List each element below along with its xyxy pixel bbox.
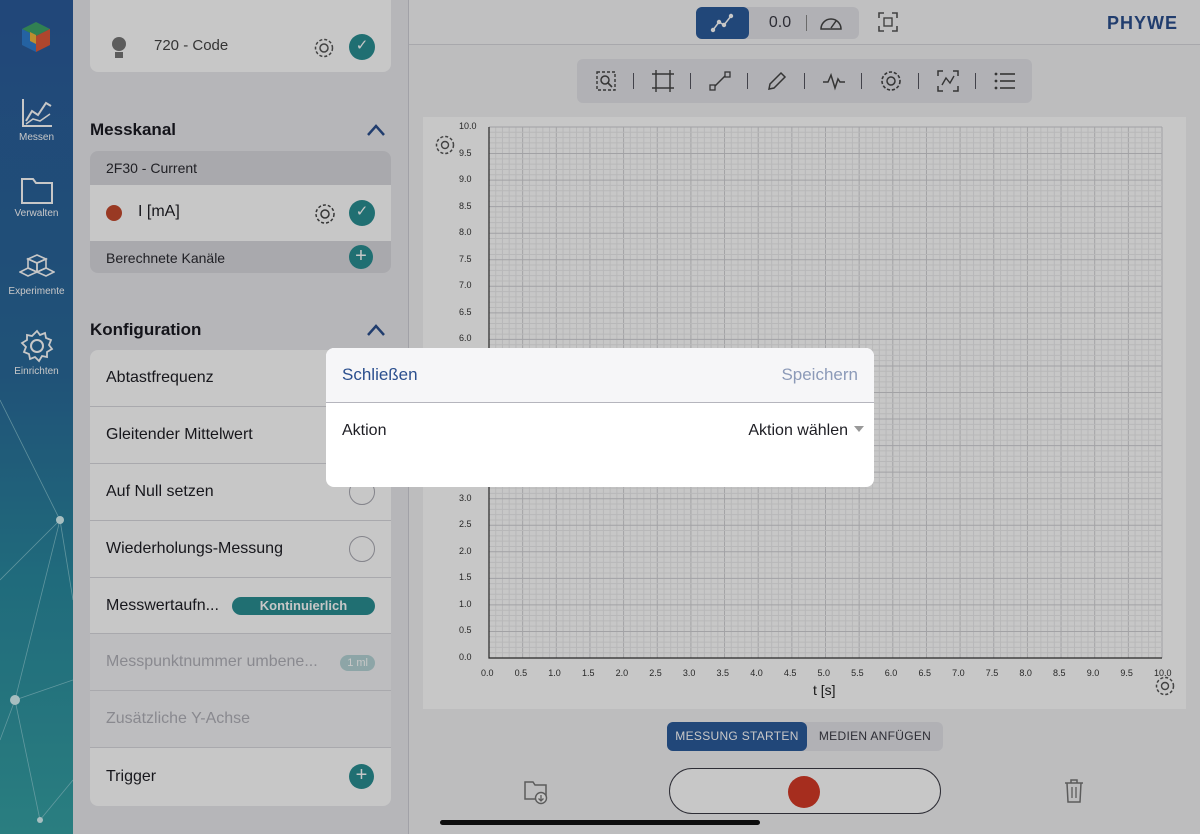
dialog-header: Schließen Speichern	[326, 348, 874, 403]
save-button[interactable]: Speichern	[781, 365, 858, 385]
action-dialog: Schließen Speichern Aktion Aktion wählen	[326, 348, 874, 487]
action-field-label: Aktion	[342, 422, 387, 439]
action-select[interactable]: Aktion wählen	[748, 422, 864, 440]
close-button[interactable]: Schließen	[342, 365, 418, 385]
dropdown-caret-icon	[854, 426, 864, 432]
